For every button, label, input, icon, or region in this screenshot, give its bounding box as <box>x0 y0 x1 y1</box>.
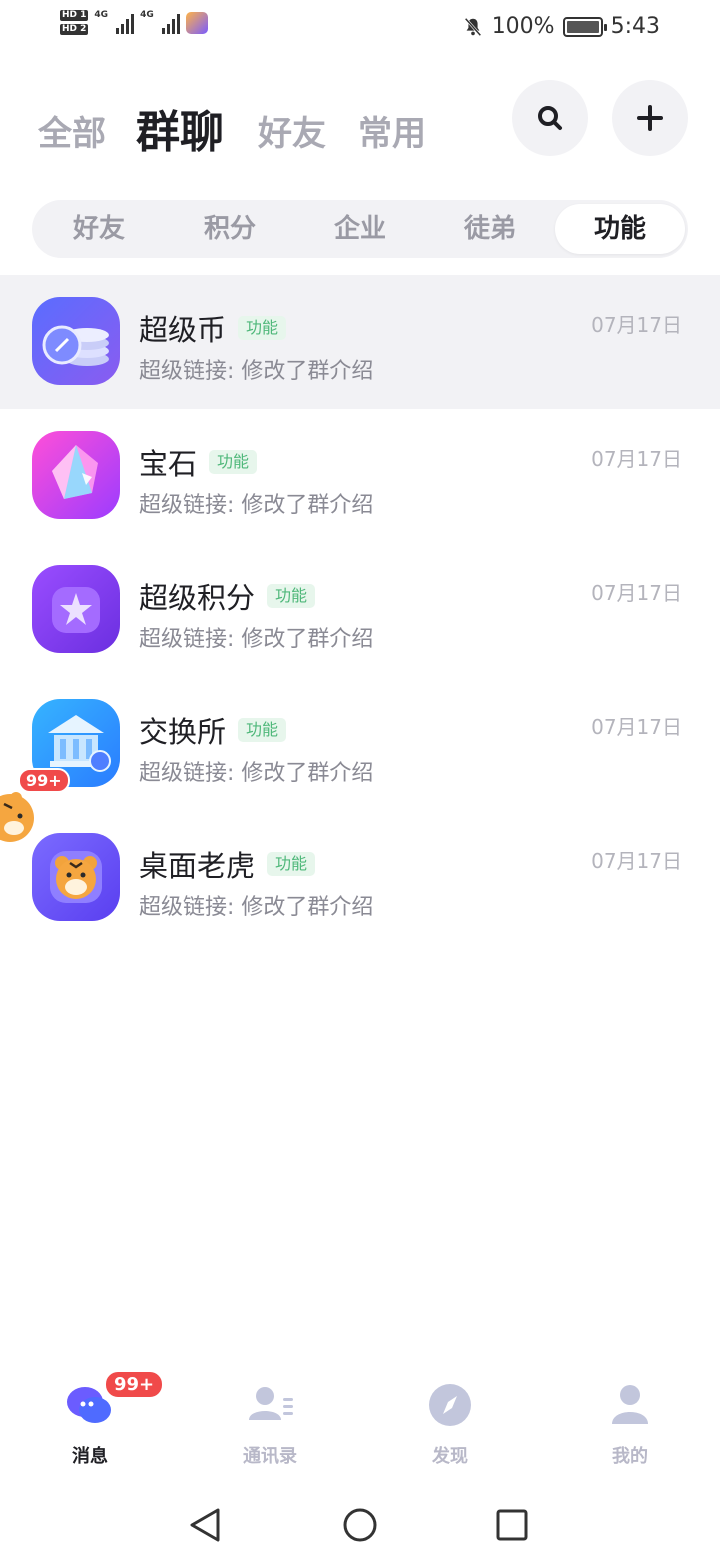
chat-row-gem[interactable]: 宝石 功能 超级链接: 修改了群介绍 07月17日 <box>0 409 720 543</box>
nav-discover[interactable]: 发现 <box>390 1380 510 1468</box>
chat-time: 07月17日 <box>591 715 682 739</box>
chat-name-row: 超级积分 功能 <box>139 575 316 617</box>
nav-label: 通讯录 <box>243 1446 297 1467</box>
recents-square-icon <box>496 1509 528 1541</box>
function-tag: 功能 <box>267 584 316 608</box>
sim-indicators: HD 1 HD 2 <box>60 10 89 35</box>
chat-row-super-coin[interactable]: 超级币 功能 超级链接: 修改了群介绍 07月17日 <box>0 275 720 409</box>
network-type-1: 4G <box>94 10 109 20</box>
sub-tab-bar: 好友 积分 企业 徒弟 功能 <box>32 200 688 258</box>
function-tag: 功能 <box>209 450 258 474</box>
plus-icon <box>637 105 663 131</box>
chat-row-super-points[interactable]: 超级积分 功能 超级链接: 修改了群介绍 07月17日 <box>0 543 720 677</box>
tab-frequent[interactable]: 常用 <box>358 106 426 155</box>
contacts-icon <box>249 1387 293 1420</box>
bell-muted-icon <box>464 17 482 36</box>
tab-friends[interactable]: 好友 <box>258 106 326 155</box>
chat-row-exchange[interactable]: 交换所 功能 超级链接: 修改了群介绍 07月17日 <box>0 677 720 811</box>
chat-row-desktop-tiger[interactable]: 桌面老虎 功能 超级链接: 修改了群介绍 07月17日 <box>0 811 720 945</box>
nav-profile[interactable]: 我的 <box>570 1380 690 1468</box>
nav-label: 我的 <box>612 1446 648 1467</box>
tiger-icon <box>32 833 120 921</box>
home-button[interactable] <box>335 1500 385 1550</box>
search-button[interactable] <box>512 80 588 156</box>
tab-all[interactable]: 全部 <box>38 106 106 155</box>
chat-list: 超级币 功能 超级链接: 修改了群介绍 07月17日 宝石 功能 超级链接: 修… <box>0 275 720 945</box>
search-icon <box>538 106 562 130</box>
chat-name: 超级积分 <box>139 581 256 615</box>
function-tag: 功能 <box>238 718 287 742</box>
chat-name-row: 交换所 功能 <box>139 709 287 751</box>
coins-icon <box>32 297 120 385</box>
gem-icon <box>32 431 120 519</box>
battery-percent: 100% <box>491 14 555 39</box>
signal-2-icon <box>161 12 180 34</box>
subtab-apprentice[interactable]: 徒弟 <box>425 200 555 258</box>
compass-icon <box>429 1384 471 1426</box>
system-nav-bar <box>0 1490 720 1560</box>
hd-sim2-label: HD 2 <box>60 24 89 35</box>
chat-name: 宝石 <box>139 447 198 481</box>
status-right: 100% 5:43 <box>462 14 660 39</box>
add-button[interactable] <box>612 80 688 156</box>
hd-sim1-label: HD 1 <box>60 10 89 21</box>
status-bar: HD 1 HD 2 4G 4G 100% 5:43 <box>0 0 720 56</box>
chat-preview: 超级链接: 修改了群介绍 <box>139 627 374 652</box>
subtab-function[interactable]: 功能 <box>555 204 685 254</box>
app-notification-icon <box>185 11 208 34</box>
floating-tiger-widget[interactable] <box>0 790 36 846</box>
clock: 5:43 <box>610 14 660 39</box>
battery-icon <box>562 16 607 37</box>
chat-name: 桌面老虎 <box>139 849 256 883</box>
chat-time: 07月17日 <box>591 447 682 471</box>
function-tag: 功能 <box>238 316 287 340</box>
chat-name: 交换所 <box>139 715 227 749</box>
chat-preview: 超级链接: 修改了群介绍 <box>139 493 374 518</box>
bottom-nav: 消息 99+ 通讯录 发现 我的 <box>0 1368 720 1468</box>
chat-time: 07月17日 <box>591 849 682 873</box>
status-left: HD 1 HD 2 4G 4G <box>60 10 208 35</box>
chat-preview: 超级链接: 修改了群介绍 <box>139 359 374 384</box>
chat-name-row: 桌面老虎 功能 <box>139 843 316 885</box>
subtab-points[interactable]: 积分 <box>165 200 295 258</box>
chat-name-row: 宝石 功能 <box>139 441 258 483</box>
message-badge: 99+ <box>104 1370 165 1399</box>
function-tag: 功能 <box>267 852 316 876</box>
star-points-icon <box>32 565 120 653</box>
network-type-2: 4G <box>140 10 154 20</box>
nav-contacts[interactable]: 通讯录 <box>210 1380 330 1468</box>
chat-name-row: 超级币 功能 <box>139 307 287 349</box>
chat-time: 07月17日 <box>591 313 682 337</box>
profile-icon <box>612 1385 648 1424</box>
chat-preview: 超级链接: 修改了群介绍 <box>139 761 374 786</box>
back-button[interactable] <box>180 1500 230 1550</box>
recents-button[interactable] <box>487 1500 537 1550</box>
header: 全部 群聊 好友 常用 <box>0 70 720 180</box>
chat-name: 超级币 <box>139 313 227 347</box>
nav-label: 发现 <box>432 1446 468 1467</box>
nav-label: 消息 <box>72 1446 108 1467</box>
signal-1-icon <box>116 12 135 34</box>
tab-group-chat[interactable]: 群聊 <box>136 96 224 160</box>
subtab-friends[interactable]: 好友 <box>34 200 164 258</box>
floating-badge: 99+ <box>18 768 70 793</box>
subtab-enterprise[interactable]: 企业 <box>295 200 425 258</box>
chat-preview: 超级链接: 修改了群介绍 <box>139 895 374 920</box>
chat-time: 07月17日 <box>591 581 682 605</box>
back-triangle-icon <box>190 1508 220 1542</box>
home-circle-icon <box>343 1508 377 1542</box>
